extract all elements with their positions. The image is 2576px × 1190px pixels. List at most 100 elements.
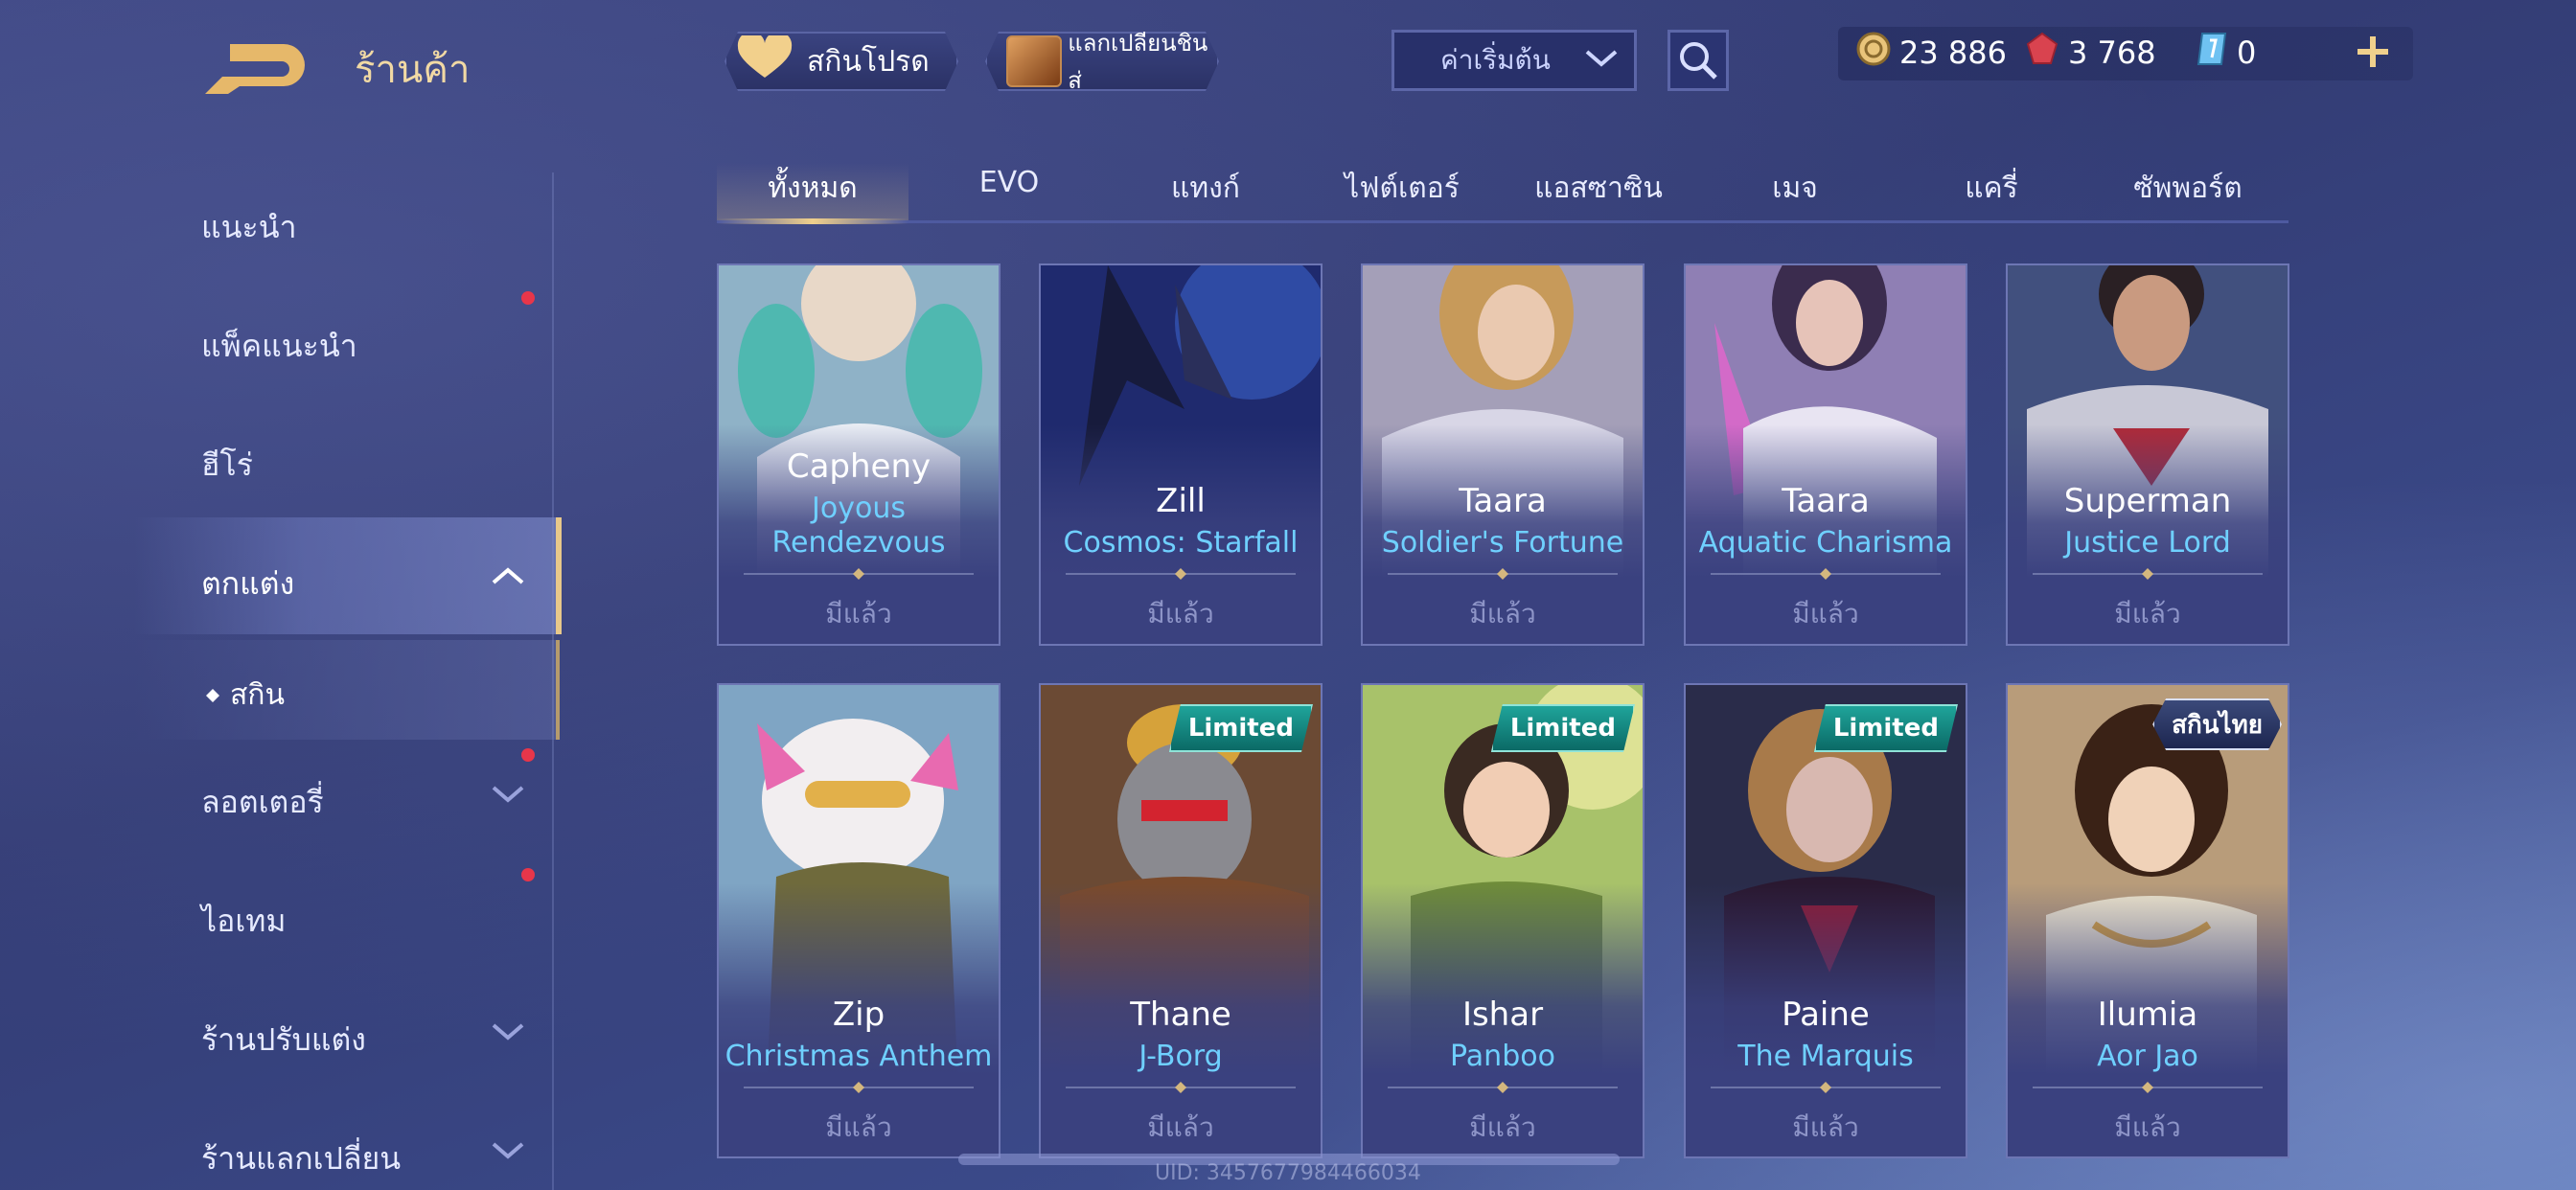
owned-status: มีแล้ว	[2114, 598, 2181, 629]
hero-name: Superman	[2063, 482, 2232, 520]
tab-carry[interactable]: แครี่	[1896, 166, 2087, 211]
top-up-button[interactable]	[2350, 29, 2396, 75]
tab-mage[interactable]: เมจ	[1699, 166, 1891, 211]
skin-card[interactable]: Limited Thane J-Borg มีแล้ว	[1039, 683, 1322, 1158]
ornament-divider	[1066, 1082, 1296, 1093]
tab-assassin[interactable]: แอสซาซิน	[1503, 166, 1694, 211]
hero-name: Capheny	[786, 447, 932, 486]
sidebar-item-recommended-packs[interactable]: แพ็คแนะนำ	[201, 322, 357, 371]
voucher-balance: 0	[2195, 31, 2256, 75]
hero-name: Taara	[1782, 482, 1870, 520]
page-title: ร้านค้า	[355, 48, 471, 92]
sidebar-item-heroes[interactable]: ฮีโร่	[201, 441, 253, 490]
skin-card[interactable]: Limited Ishar Panboo มีแล้ว	[1361, 683, 1644, 1158]
ruby-icon	[2024, 31, 2060, 75]
sidebar-divider	[552, 172, 554, 1190]
sidebar-subitem-skins[interactable]: สกิน	[205, 673, 285, 718]
skin-name: Christmas Anthem	[724, 1040, 993, 1073]
skin-name: Justice Lord	[2064, 526, 2231, 560]
skin-name: Soldier's Fortune	[1381, 526, 1624, 560]
chevron-down-icon	[492, 786, 524, 803]
owned-status: มีแล้ว	[1147, 598, 1214, 629]
skin-name: Aquatic Charisma	[1698, 526, 1953, 560]
notification-dot	[521, 748, 535, 762]
favorite-skins-label: สกินโปรด	[807, 44, 930, 79]
owned-status: มีแล้ว	[825, 1111, 892, 1143]
owned-status: มีแล้ว	[1792, 1111, 1859, 1143]
ornament-divider	[1388, 568, 1618, 580]
back-button[interactable]	[201, 38, 309, 96]
skin-name: Joyous	[812, 492, 906, 525]
skin-name: Aor Jao	[2097, 1040, 2198, 1073]
sidebar-item-recommended[interactable]: แนะนำ	[201, 203, 297, 252]
ornament-divider	[1388, 1082, 1618, 1093]
exchange-fragments-label: แลกเปลี่ยนชิ้นส่	[1068, 30, 1208, 94]
gold-value: 23 886	[1899, 34, 2007, 71]
notification-dot	[521, 868, 535, 881]
treasure-chest-icon	[1006, 35, 1062, 87]
owned-status: มีแล้ว	[1469, 598, 1536, 629]
sidebar-item-exchange-shop[interactable]: ร้านแลกเปลี่ยน	[201, 1134, 401, 1183]
tab-fighter[interactable]: ไฟต์เตอร์	[1306, 166, 1498, 211]
skin-card[interactable]: Capheny Joyous Rendezvous มีแล้ว	[717, 263, 1000, 646]
skin-card[interactable]: สกินไทย Ilumia Aor Jao มีแล้ว	[2006, 683, 2289, 1158]
ruby-balance: 3 768	[2024, 31, 2156, 75]
sidebar-item-lottery[interactable]: ลอตเตอรี่	[201, 778, 324, 827]
gold-balance: 23 886	[1855, 31, 2007, 75]
exchange-fragments-button[interactable]: แลกเปลี่ยนชิ้นส่	[985, 32, 1219, 91]
sort-dropdown[interactable]: ค่าเริ่มต้น	[1392, 30, 1637, 91]
tab-all[interactable]: ทั้งหมด	[717, 166, 908, 211]
sidebar-item-customize-shop[interactable]: ร้านปรับแต่ง	[201, 1016, 366, 1064]
owned-status: มีแล้ว	[2114, 1111, 2181, 1143]
sidebar-subitem-skins-label: สกิน	[230, 678, 285, 712]
tab-support[interactable]: ซัพพอร์ต	[2092, 166, 2284, 211]
skin-card[interactable]: Zill Cosmos: Starfall มีแล้ว	[1039, 263, 1322, 646]
user-id: UID: 3457677984466034	[1155, 1161, 1421, 1185]
tab-tank[interactable]: แทงก์	[1110, 166, 1301, 211]
skin-card[interactable]: Limited Paine The Marquis มีแล้ว	[1684, 683, 1967, 1158]
hero-name: Ishar	[1461, 995, 1544, 1034]
back-arrow-icon	[205, 44, 305, 94]
voucher-value: 0	[2237, 34, 2257, 71]
skin-name: The Marquis	[1737, 1040, 1914, 1073]
sidebar-item-items[interactable]: ไอเทม	[201, 897, 286, 946]
skin-name-line2: Rendezvous	[771, 526, 946, 560]
chevron-down-icon	[1584, 48, 1619, 73]
search-button[interactable]	[1668, 30, 1729, 91]
owned-status: มีแล้ว	[1147, 1111, 1214, 1143]
hero-name: Thane	[1130, 995, 1231, 1034]
favorite-skins-button[interactable]: สกินโปรด	[724, 32, 958, 91]
skin-name: Cosmos: Starfall	[1063, 526, 1299, 560]
ornament-divider	[744, 568, 974, 580]
owned-status: มีแล้ว	[1469, 1111, 1536, 1143]
diamond-bullet-icon	[206, 688, 219, 702]
voucher-icon	[2195, 31, 2229, 75]
owned-status: มีแล้ว	[825, 598, 892, 629]
sidebar-item-decoration[interactable]: ตกแต่ง	[201, 560, 294, 608]
limited-badge: Limited	[1491, 704, 1635, 752]
search-icon	[1680, 42, 1717, 80]
ornament-divider	[2033, 1082, 2263, 1093]
hero-name: Zill	[1156, 482, 1206, 520]
skin-name: J-Borg	[1138, 1040, 1223, 1073]
chevron-down-icon	[492, 1023, 524, 1041]
skin-card[interactable]: Zip Christmas Anthem มีแล้ว	[717, 683, 1000, 1158]
limited-badge: Limited	[1814, 704, 1958, 752]
skin-card[interactable]: Taara Aquatic Charisma มีแล้ว	[1684, 263, 1967, 646]
heart-icon	[736, 35, 794, 87]
sort-selected-value: ค่าเริ่มต้น	[1440, 44, 1551, 76]
ornament-divider	[744, 1082, 974, 1093]
ruby-value: 3 768	[2068, 34, 2156, 71]
plus-icon	[2358, 36, 2388, 67]
ornament-divider	[1066, 568, 1296, 580]
limited-badge: Limited	[1169, 704, 1313, 752]
skin-card[interactable]: Taara Soldier's Fortune มีแล้ว	[1361, 263, 1644, 646]
notification-dot	[521, 291, 535, 305]
skin-name: Panboo	[1450, 1040, 1555, 1073]
sidebar-sub-highlight	[134, 640, 560, 740]
ornament-divider	[2033, 568, 2263, 580]
skin-card[interactable]: Superman Justice Lord มีแล้ว	[2006, 263, 2289, 646]
ornament-divider	[1711, 568, 1941, 580]
owned-status: มีแล้ว	[1792, 598, 1859, 629]
tab-evo[interactable]: EVO	[913, 166, 1105, 199]
